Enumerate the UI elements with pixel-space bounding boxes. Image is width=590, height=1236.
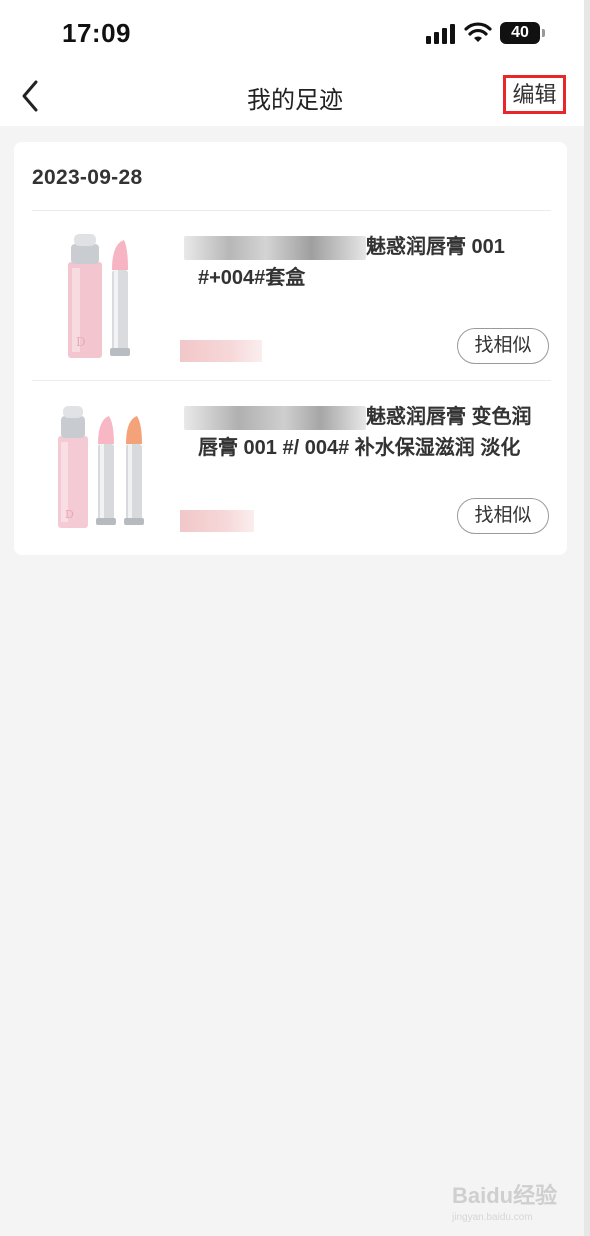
divider (32, 210, 551, 211)
list-item[interactable]: D 魅惑润唇膏 001 #+004#套盒 找相似 (14, 212, 567, 380)
svg-text:D: D (65, 508, 74, 521)
signal-icon (426, 24, 455, 44)
redacted-price (180, 340, 262, 362)
watermark-url: jingyan.baidu.com (452, 1212, 533, 1223)
history-date: 2023-09-28 (32, 166, 143, 189)
redacted-text (184, 235, 366, 260)
product-title-part: 魅惑润唇膏 变色润 (366, 406, 532, 428)
product-title[interactable]: 魅惑润唇膏 001 #+004#套盒 (184, 232, 554, 294)
product-title-part: 魅惑润唇膏 001 (366, 236, 505, 258)
page-title: 我的足迹 (247, 87, 343, 114)
product-image-lipstick-box: D (68, 234, 130, 358)
product-image-lipsticks: D (58, 406, 144, 528)
find-similar-button[interactable]: 找相似 (457, 498, 549, 534)
scroll-edge (584, 0, 590, 1236)
status-time: 17:09 (62, 18, 131, 48)
product-title-line: #+004#套盒 (198, 267, 306, 289)
product-title-line: 唇膏 001 #/ 004# 补水保湿滋润 淡化 (198, 437, 521, 459)
product-title-line: 魅惑润唇膏 001 (184, 232, 554, 263)
svg-text:D: D (76, 335, 86, 349)
history-card: 2023-09-28 D 魅惑润唇膏 001 #+004#套盒 找相似 D 魅惑… (14, 142, 567, 555)
divider (32, 380, 551, 381)
baidu-watermark: Baidu经验 jingyan.baidu.com (452, 1178, 562, 1224)
edit-button[interactable]: 编辑 (503, 75, 566, 114)
redacted-text (184, 405, 366, 430)
battery-icon: 40 (500, 22, 545, 44)
find-similar-button[interactable]: 找相似 (457, 328, 549, 364)
product-title[interactable]: 魅惑润唇膏 变色润 唇膏 001 #/ 004# 补水保湿滋润 淡化 (184, 402, 554, 464)
redacted-price (180, 510, 254, 532)
status-bar: 17:09 40 (0, 0, 590, 66)
wifi-icon (464, 22, 492, 42)
list-item[interactable]: D 魅惑润唇膏 变色润 唇膏 001 #/ 004# 补水保湿滋润 淡化 找相似 (14, 382, 567, 550)
nav-bar: 我的足迹 编辑 (0, 66, 590, 126)
watermark-brand: Baidu经验 (452, 1183, 558, 1208)
product-title-line: 魅惑润唇膏 变色润 (184, 402, 554, 433)
